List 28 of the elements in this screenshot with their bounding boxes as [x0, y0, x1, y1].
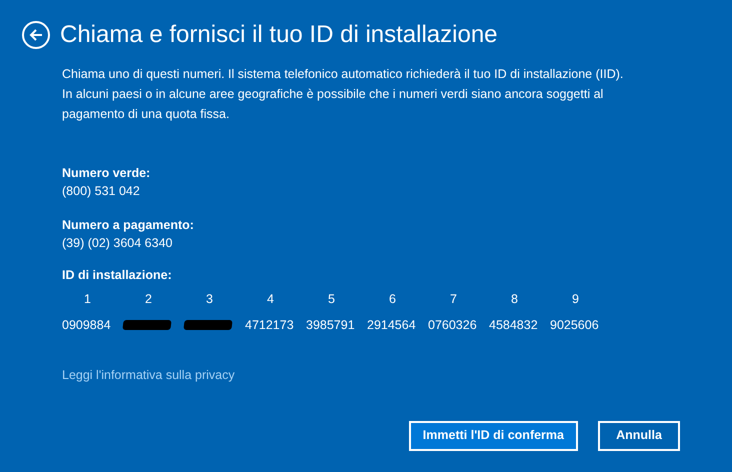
group-number: 2: [145, 291, 152, 308]
privacy-link[interactable]: Leggi l'informativa sulla privacy: [62, 366, 235, 385]
cancel-button[interactable]: Annulla: [598, 420, 680, 451]
id-group-value: 0760326: [428, 317, 477, 334]
group-number: 8: [511, 291, 518, 308]
id-group-value: 4584832: [489, 317, 538, 334]
window-title: Chiama e fornisci il tuo ID di installazione: [60, 20, 498, 50]
id-group-value: 0909884: [62, 317, 111, 334]
phone-number: (39) (02) 3604 6340: [62, 235, 174, 252]
installation-id-label: ID di installazione:: [62, 267, 173, 284]
group-number: 5: [328, 291, 335, 308]
intro-text: Chiama uno di questi numeri. Il sistema telefonico automatico richiederà il tuo ID di installazione (IID). In alcuni paesi o in alcune aree geografiche è possibile che i numeri verdi siano ancora soggetti al pagamento di una quota fissa.: [62, 66, 624, 123]
phone-label: Numero verde:: [62, 165, 152, 182]
group-number: 3: [206, 291, 213, 308]
id-group-value: 2914564: [367, 317, 416, 334]
group-number: 9: [572, 291, 579, 308]
back-button[interactable]: [22, 21, 50, 49]
id-group-value: 3985791: [306, 317, 355, 334]
id-group-value: 9025606: [550, 317, 599, 334]
back-arrow-icon: [29, 28, 43, 42]
phone-label: Numero a pagamento:: [62, 217, 195, 234]
id-group-value: 4712173: [245, 317, 294, 334]
group-number: 1: [84, 291, 91, 308]
group-number: 6: [389, 291, 396, 308]
phone-number: (800) 531 042: [62, 183, 141, 200]
confirm-button[interactable]: Immetti l'ID di conferma: [408, 420, 578, 451]
group-number: 7: [450, 291, 457, 308]
group-number: 4: [267, 291, 274, 308]
